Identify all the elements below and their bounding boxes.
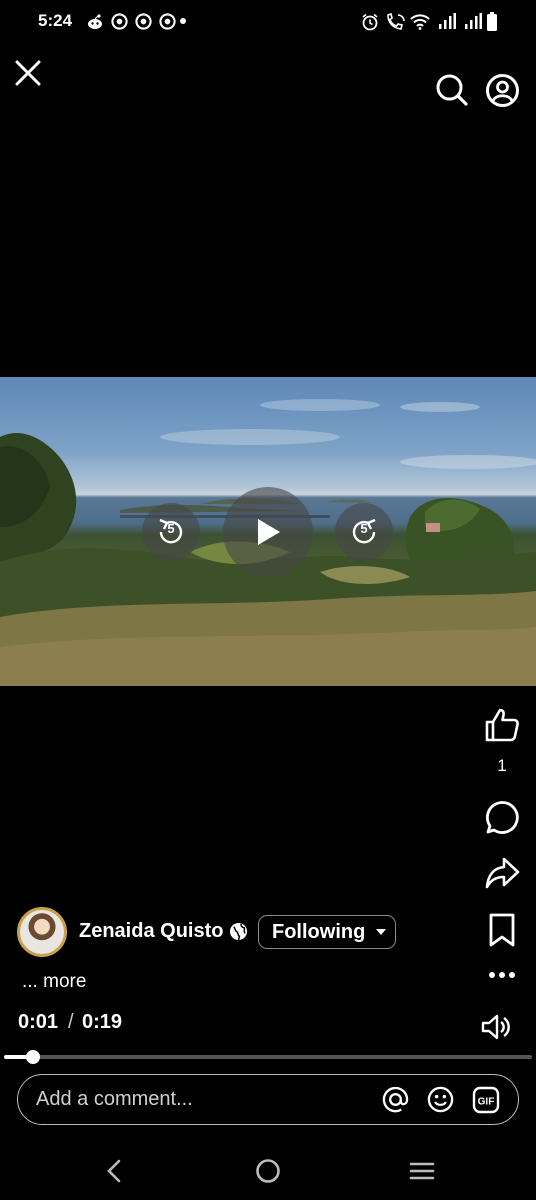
total-time: 0:19	[82, 1011, 123, 1033]
wifi-calling-icon	[387, 13, 405, 30]
profile-icon[interactable]	[485, 73, 520, 108]
author-avatar[interactable]	[17, 907, 67, 957]
caret-down-icon	[376, 929, 387, 935]
more-icon[interactable]	[488, 970, 516, 980]
close-icon[interactable]	[14, 59, 42, 87]
wifi-icon	[410, 14, 430, 30]
gif-icon[interactable]: GIF	[472, 1086, 500, 1114]
bookmark-icon[interactable]	[488, 912, 516, 948]
chrome-icon	[135, 13, 152, 30]
time-separator: /	[68, 1011, 74, 1033]
volume-icon[interactable]	[480, 1013, 510, 1041]
recents-icon[interactable]	[409, 1161, 435, 1181]
system-nav-bar	[0, 1140, 536, 1200]
home-icon[interactable]	[255, 1158, 281, 1184]
video-player[interactable]: 5 5	[0, 377, 536, 686]
forward-5-button[interactable]: 5	[335, 503, 393, 561]
reddit-icon	[88, 14, 102, 29]
following-button[interactable]: Following	[258, 915, 396, 949]
current-time: 0:01	[18, 1011, 59, 1033]
share-icon[interactable]	[484, 856, 520, 890]
progress-scrubber[interactable]	[25, 1050, 40, 1064]
mention-icon[interactable]	[381, 1085, 410, 1114]
signal-icon	[465, 13, 482, 29]
dot-icon	[180, 18, 186, 24]
alarm-icon	[362, 13, 378, 31]
author-name[interactable]: Zenaida Quisto	[79, 920, 223, 943]
emoji-icon[interactable]	[426, 1085, 455, 1114]
comment-icon[interactable]	[485, 800, 520, 835]
back-icon[interactable]	[104, 1159, 124, 1183]
svg-text:GIF: GIF	[478, 1097, 495, 1108]
comment-placeholder[interactable]: Add a comment...	[36, 1088, 193, 1111]
play-button[interactable]	[223, 487, 313, 577]
rewind-5-button[interactable]: 5	[142, 503, 200, 561]
caption-more-link[interactable]: ... more	[22, 971, 86, 993]
status-time: 5:24	[38, 11, 73, 30]
progress-track[interactable]	[4, 1055, 532, 1059]
status-bar: 5:24	[0, 0, 536, 44]
battery-icon	[487, 12, 497, 31]
search-icon[interactable]	[435, 73, 469, 107]
rewind-seconds: 5	[167, 521, 175, 536]
like-icon[interactable]	[484, 707, 520, 743]
chrome-icon	[111, 13, 128, 30]
forward-seconds: 5	[360, 521, 368, 536]
globe-icon	[229, 922, 248, 941]
following-label: Following	[272, 920, 366, 943]
play-icon	[258, 519, 280, 545]
chrome-icon	[159, 13, 176, 30]
like-count: 1	[497, 756, 507, 775]
signal-icon	[439, 13, 456, 29]
